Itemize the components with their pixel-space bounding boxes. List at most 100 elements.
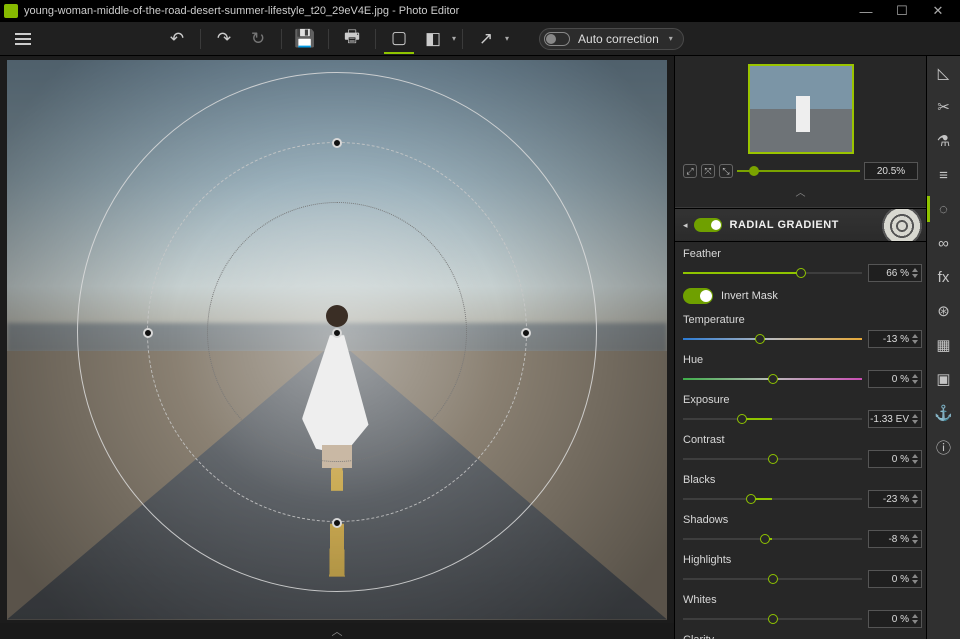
menu-button[interactable]: [8, 24, 38, 54]
control-label: Hue: [683, 354, 922, 366]
slider-exposure[interactable]: [683, 414, 862, 424]
compare-button[interactable]: ◧: [418, 24, 448, 54]
titlebar: young-woman-middle-of-the-road-desert-su…: [0, 0, 960, 22]
control-label: Feather: [683, 248, 922, 260]
bottom-collapse[interactable]: ︿: [0, 623, 674, 639]
value-whites[interactable]: 0 %: [868, 610, 922, 628]
spiral-thumbnail: [866, 208, 926, 242]
zoom-value[interactable]: 20.5%: [864, 162, 918, 180]
radial-handle-left[interactable]: [143, 328, 153, 338]
auto-correction-toggle[interactable]: Auto correction ▾: [539, 28, 684, 50]
crop-icon[interactable]: ✂: [933, 96, 955, 118]
slider-hue[interactable]: [683, 374, 862, 384]
control-label: Blacks: [683, 474, 922, 486]
filename: young-woman-middle-of-the-road-desert-su…: [24, 5, 389, 17]
radial-icon[interactable]: ◌: [933, 198, 955, 220]
control-label: Clarity: [683, 634, 922, 639]
slider-temperature[interactable]: [683, 334, 862, 344]
goggles-icon[interactable]: ∞: [933, 232, 955, 254]
controls-list: Feather 66 % Invert Mask Temperature -13 % Hu…: [675, 242, 926, 639]
control-whites: Whites 0 %: [683, 594, 922, 628]
control-label: Contrast: [683, 434, 922, 446]
value-temperature[interactable]: -13 %: [868, 330, 922, 348]
zoom-100-icon[interactable]: ⤡: [719, 164, 733, 178]
appname: Photo Editor: [399, 5, 460, 17]
panel-header[interactable]: ◂ RADIAL GRADIENT: [675, 208, 926, 242]
control-feather: Feather 66 %: [683, 248, 922, 282]
vertical-toolbar: ◺ ✂ ⚗ ≡ ◌ ∞ fx ⊛ ▦ ▣ ⚓ ⓘ: [926, 56, 960, 639]
slider-whites[interactable]: [683, 614, 862, 624]
invert-mask-toggle[interactable]: Invert Mask: [683, 288, 922, 304]
control-contrast: Contrast 0 %: [683, 434, 922, 468]
value-contrast[interactable]: 0 %: [868, 450, 922, 468]
control-label: Temperature: [683, 314, 922, 326]
grid-icon[interactable]: ▦: [933, 334, 955, 356]
save-button[interactable]: 💾: [290, 24, 320, 54]
collapse-thumb[interactable]: ︿: [796, 184, 806, 199]
chevron-down-icon: ▾: [669, 34, 673, 43]
auto-correction-label: Auto correction: [578, 32, 659, 46]
value-feather[interactable]: 66 %: [868, 264, 922, 282]
zoom-fit-icon[interactable]: ⤧: [701, 164, 715, 178]
control-hue: Hue 0 %: [683, 354, 922, 388]
histogram-icon[interactable]: ◺: [933, 62, 955, 84]
photo-canvas[interactable]: [7, 60, 667, 620]
color-wheel-icon[interactable]: ⊛: [933, 300, 955, 322]
window-minimize[interactable]: —: [848, 0, 884, 22]
slider-feather[interactable]: [683, 268, 862, 278]
radial-handle-center[interactable]: [332, 328, 342, 338]
compare-dropdown[interactable]: ▾: [452, 34, 456, 43]
zoom-slider[interactable]: [737, 164, 860, 178]
value-highlights[interactable]: 0 %: [868, 570, 922, 588]
panel-enable-toggle[interactable]: [694, 218, 722, 232]
zoom-out-icon[interactable]: ⤢: [683, 164, 697, 178]
slider-blacks[interactable]: [683, 494, 862, 504]
control-label: Shadows: [683, 514, 922, 526]
slider-contrast[interactable]: [683, 454, 862, 464]
radial-handle-bottom[interactable]: [332, 518, 342, 528]
preview-thumbnail[interactable]: [748, 64, 854, 154]
invert-mask-label: Invert Mask: [721, 290, 778, 302]
window-maximize[interactable]: ☐: [884, 0, 920, 22]
redo-button[interactable]: ↷: [209, 24, 239, 54]
control-highlights: Highlights 0 %: [683, 554, 922, 588]
value-exposure[interactable]: -1.33 EV: [868, 410, 922, 428]
export-button[interactable]: ↗: [471, 24, 501, 54]
value-blacks[interactable]: -23 %: [868, 490, 922, 508]
control-exposure: Exposure -1.33 EV: [683, 394, 922, 428]
slider-highlights[interactable]: [683, 574, 862, 584]
window-title: young-woman-middle-of-the-road-desert-su…: [24, 5, 848, 17]
app-icon: [4, 4, 18, 18]
radial-handle-right[interactable]: [521, 328, 531, 338]
control-label: Whites: [683, 594, 922, 606]
value-hue[interactable]: 0 %: [868, 370, 922, 388]
undo-button[interactable]: ↶: [162, 24, 192, 54]
anchor-icon[interactable]: ⚓: [933, 402, 955, 424]
fx-icon[interactable]: fx: [933, 266, 955, 288]
sliders-icon[interactable]: ≡: [933, 164, 955, 186]
control-label: Highlights: [683, 554, 922, 566]
control-clarity: Clarity0 %: [683, 634, 922, 639]
control-shadows: Shadows -8 %: [683, 514, 922, 548]
canvas-area: ︿: [0, 56, 674, 639]
frame-icon[interactable]: ▣: [933, 368, 955, 390]
control-label: Exposure: [683, 394, 922, 406]
slider-shadows[interactable]: [683, 534, 862, 544]
control-blacks: Blacks -23 %: [683, 474, 922, 508]
control-temperature: Temperature -13 %: [683, 314, 922, 348]
info-icon[interactable]: ⓘ: [933, 436, 955, 458]
toolbar: ↶ ↷ ↻ 💾 🖶 ▢ ◧ ▾ ↗ ▾ Auto correction ▾: [0, 22, 960, 56]
print-button[interactable]: 🖶: [337, 24, 367, 54]
window-close[interactable]: ✕: [920, 0, 956, 22]
value-shadows[interactable]: -8 %: [868, 530, 922, 548]
toggle-on-icon: [683, 288, 713, 304]
export-dropdown[interactable]: ▾: [505, 34, 509, 43]
fit-view-button[interactable]: ▢: [384, 24, 414, 54]
panel-title: RADIAL GRADIENT: [730, 219, 839, 231]
toggle-off-icon: [544, 32, 570, 46]
radial-handle-top[interactable]: [332, 138, 342, 148]
right-panel: ⤢ ⤧ ⤡ 20.5% ︿ ◂ RADIAL GRADIENT Feather 6…: [674, 56, 926, 639]
redo-alt-button[interactable]: ↻: [243, 24, 273, 54]
flask-icon[interactable]: ⚗: [933, 130, 955, 152]
disclosure-icon: ◂: [683, 220, 688, 231]
